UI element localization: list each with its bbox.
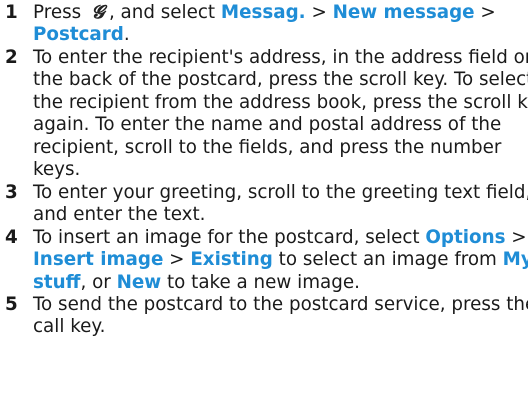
text-run: to select an image from xyxy=(272,249,503,271)
text-run: > xyxy=(505,227,527,248)
text-run: > xyxy=(163,249,191,271)
text-line: again. To enter the name and postal addr… xyxy=(33,114,527,136)
menu-command: New xyxy=(116,271,162,293)
text-run: and enter the text. xyxy=(33,204,206,226)
menu-command: stuff xyxy=(33,271,81,293)
step-number: 5 xyxy=(5,294,18,315)
text-run: To enter the recipient's address, in the… xyxy=(33,47,528,68)
text-run: to take a new image. xyxy=(161,271,360,293)
text-run: keys. xyxy=(33,159,81,181)
text-line: Insert image > Existing to select an ima… xyxy=(33,249,528,271)
text-line: Postcard. xyxy=(33,24,527,46)
step-number: 1 xyxy=(5,2,18,23)
text-run: > xyxy=(305,2,333,23)
step-number: 3 xyxy=(5,182,18,203)
instruction-list: 1 Press 𝓖, and select Messag. > New mess… xyxy=(0,0,528,403)
step-text: Press 𝓖, and select Messag. > New messag… xyxy=(33,2,527,47)
text-line: keys. xyxy=(33,159,527,181)
step-text: To enter your greeting, scroll to the gr… xyxy=(33,182,528,227)
text-run: , and select xyxy=(108,2,221,23)
text-run: Press xyxy=(33,2,87,23)
text-run: recipient, scroll to the fields, and pre… xyxy=(33,136,502,158)
step-text: To insert an image for the postcard, sel… xyxy=(33,227,528,294)
step-number: 4 xyxy=(5,227,18,248)
menu-command: Existing xyxy=(190,249,273,271)
text-line: the recipient from the address book, pre… xyxy=(33,91,528,114)
menu-key-icon: 𝓖 xyxy=(91,2,105,23)
step-text: To send the postcard to the postcard ser… xyxy=(33,294,528,339)
menu-command: New message xyxy=(332,2,475,23)
text-line: To send the postcard to the postcard ser… xyxy=(33,294,528,316)
text-line: recipient, scroll to the fields, and pre… xyxy=(33,137,527,159)
text-run: To send the postcard to the postcard ser… xyxy=(33,294,528,315)
text-run: call key. xyxy=(33,316,106,338)
text-run: . xyxy=(123,24,130,46)
step-text: To enter the recipient's address, in the… xyxy=(33,47,528,181)
menu-command: Messag. xyxy=(220,2,306,23)
step-number: 2 xyxy=(5,47,18,68)
text-line: stuff, or New to take a new image. xyxy=(33,272,527,294)
text-line: To enter the recipient's address, in the… xyxy=(33,47,528,69)
text-run: again. To enter the name and postal addr… xyxy=(33,114,502,136)
text-line: Press 𝓖, and select Messag. > New messag… xyxy=(33,2,527,24)
menu-command: Postcard xyxy=(33,24,124,46)
text-line: To insert an image for the postcard, sel… xyxy=(33,227,527,249)
menu-command: My xyxy=(502,249,528,271)
text-run: the recipient from the address book, pre… xyxy=(33,91,528,113)
text-line: call key. xyxy=(33,316,527,338)
text-line: and enter the text. xyxy=(33,204,527,226)
menu-command: Options xyxy=(425,227,506,248)
text-run: To insert an image for the postcard, sel… xyxy=(33,227,426,248)
text-run: the back of the postcard, press the scro… xyxy=(33,69,528,91)
menu-command: Insert image xyxy=(33,249,164,271)
text-run: To enter your greeting, scroll to the gr… xyxy=(33,182,528,203)
text-run: > xyxy=(474,2,496,23)
text-line: To enter your greeting, scroll to the gr… xyxy=(33,182,528,204)
text-run: , or xyxy=(80,271,117,293)
text-line: the back of the postcard, press the scro… xyxy=(33,69,528,91)
